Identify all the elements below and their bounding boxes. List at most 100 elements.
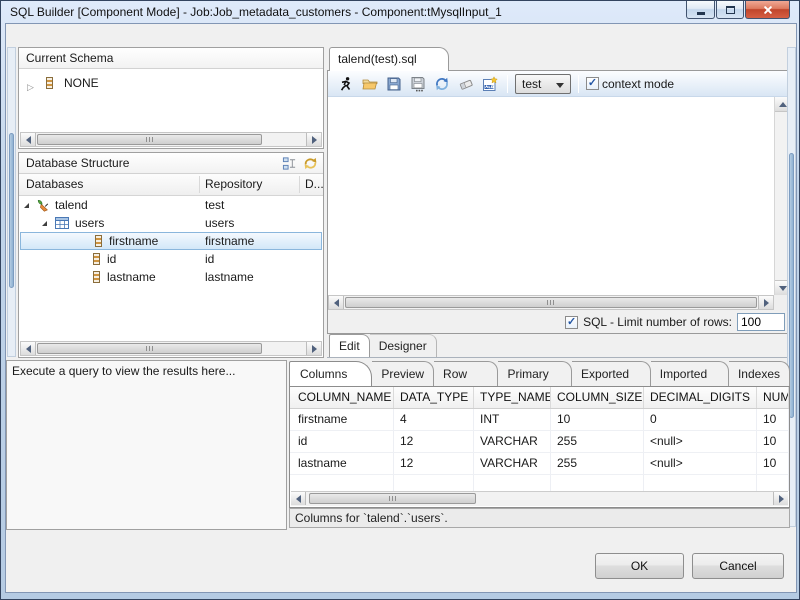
sql-horizontal-scrollbar[interactable] [328,295,774,310]
table-filler-row [290,475,789,491]
table-row[interactable]: firstname 4 INT 10 0 10 [290,409,789,431]
results-panel: Execute a query to view the results here… [6,360,287,530]
tab-row-count[interactable]: Row Count [434,361,498,386]
titlebar[interactable]: SQL Builder [Component Mode] - Job:Job_m… [1,1,799,23]
tab-exported-keys[interactable]: Exported Keys [572,361,651,386]
tab-edit[interactable]: Edit [329,334,370,357]
cell: firstname [290,409,394,430]
collapse-tree-button[interactable] [282,156,297,171]
tree-item-users[interactable]: users users [19,214,323,232]
header-data-type[interactable]: DATA_TYPE [394,387,474,408]
current-schema-hscrollbar[interactable] [20,132,322,147]
collapse-arrow-icon[interactable] [27,79,34,93]
tab-columns[interactable]: Columns [289,361,372,386]
tree-item-label: NONE [64,76,99,90]
cell: 10 [757,431,789,452]
cell: <null> [644,431,757,452]
header-num[interactable]: NUM [757,387,789,408]
column-header-d[interactable]: D... [305,174,324,195]
context-mode-checkbox[interactable] [586,77,599,90]
tree-item-firstname[interactable]: firstname firstname [20,232,322,250]
dialog-client-area: Current Schema NONE Database Structure [5,23,797,593]
header-decimal-digits[interactable]: DECIMAL_DIGITS [644,387,757,408]
tab-preview[interactable]: Preview [372,361,434,386]
sql-text-area[interactable] [328,97,774,295]
table-row[interactable]: id 12 VARCHAR 255 <null> 10 [290,431,789,453]
tab-imported-keys[interactable]: Imported Keys [651,361,729,386]
save-button[interactable] [383,73,404,94]
tree-item-id[interactable]: id id [19,250,323,268]
cell: <null> [644,453,757,474]
current-schema-header: Current Schema [19,48,323,69]
close-button[interactable] [745,1,790,19]
columns-table: COLUMN_NAME DATA_TYPE TYPE_NAME COLUMN_S… [289,386,790,508]
scroll-right-arrow[interactable] [306,342,321,355]
scroll-left-arrow[interactable] [291,492,306,505]
scroll-left-arrow[interactable] [21,133,36,146]
scrollbar-thumb[interactable] [37,134,262,145]
table-row[interactable]: lastname 12 VARCHAR 255 <null> 10 [290,453,789,475]
header-type-name[interactable]: TYPE_NAME [474,387,551,408]
cell: 10 [757,453,789,474]
sql-limit-checkbox[interactable] [565,316,578,329]
connection-combo[interactable]: test [515,74,571,94]
cell: 12 [394,431,474,452]
scrollbar-thumb[interactable] [309,493,476,504]
database-structure-hscrollbar[interactable] [20,341,322,356]
cell: 255 [551,431,644,452]
tab-primary-keys[interactable]: Primary Keys [498,361,572,386]
tree-item-talend[interactable]: talend test [19,196,323,214]
columns-table-hscrollbar[interactable] [291,491,788,506]
scroll-left-arrow[interactable] [21,342,36,355]
editor-frame: test context mode [327,70,791,334]
columns-table-header: COLUMN_NAME DATA_TYPE TYPE_NAME COLUMN_S… [290,387,789,409]
refresh-structure-button[interactable] [303,156,318,171]
open-file-button[interactable] [359,73,380,94]
scroll-right-arrow[interactable] [758,296,773,309]
scroll-right-arrow[interactable] [306,133,321,146]
tree-item-label: users [75,214,104,232]
run-query-button[interactable] [335,73,356,94]
scroll-right-arrow[interactable] [773,492,788,505]
tab-designer[interactable]: Designer [370,334,437,357]
database-structure-title: Database Structure [26,153,129,173]
cell: 0 [644,409,757,430]
refresh-button[interactable] [431,73,452,94]
column-header-databases[interactable]: Databases [26,174,83,195]
cell: 10 [757,409,789,430]
editor-file-tab[interactable]: talend(test).sql [329,47,449,71]
window-title: SQL Builder [Component Mode] - Job:Job_m… [10,5,502,19]
column-icon [46,77,53,89]
tree-item-lastname[interactable]: lastname lastname [19,268,323,286]
row-limit-input[interactable] [737,313,785,331]
results-placeholder: Execute a query to view the results here… [7,361,286,381]
column-header-repository[interactable]: Repository [205,174,262,195]
tree-item-label: talend [55,196,88,214]
header-column-name[interactable]: COLUMN_NAME [290,387,394,408]
new-sql-editor-button[interactable] [479,73,500,94]
database-structure-column-headers: Databases Repository D... [19,174,323,196]
metadata-tabs: Columns Preview Row Count Primary Keys E… [289,360,790,386]
editor-file-tab-label: talend(test).sql [338,52,417,66]
tree-item-none[interactable]: NONE [19,75,323,93]
clear-query-button[interactable] [455,73,476,94]
scrollbar-thumb[interactable] [345,297,757,308]
expand-arrow-icon[interactable] [42,221,47,226]
save-as-icon [410,76,426,92]
minimize-button[interactable] [686,1,715,19]
toolbar-separator [578,75,579,93]
maximize-button[interactable] [716,1,744,19]
editor-mode-tabs: Edit Designer [327,334,791,358]
save-as-button[interactable] [407,73,428,94]
ok-button[interactable]: OK [595,553,684,579]
cell: VARCHAR [474,431,551,452]
cancel-button[interactable]: Cancel [692,553,784,579]
tab-indexes[interactable]: Indexes [729,361,790,386]
scrollbar-thumb[interactable] [37,343,262,354]
left-scrollbar-thumb[interactable] [9,133,14,288]
scroll-left-arrow[interactable] [329,296,344,309]
tree-item-repository: id [205,250,214,268]
expand-arrow-icon[interactable] [24,203,29,208]
left-vertical-scrollbar[interactable] [7,47,16,357]
header-column-size[interactable]: COLUMN_SIZE [551,387,644,408]
